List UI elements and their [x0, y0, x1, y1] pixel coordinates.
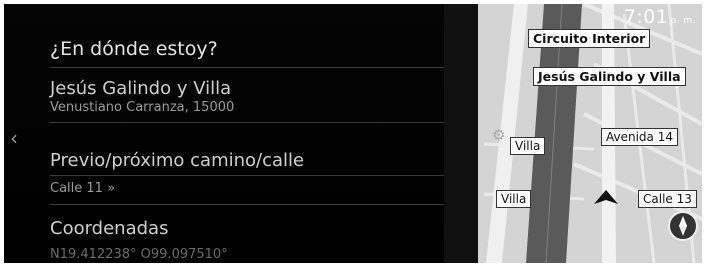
gear-icon[interactable]: ⚙ [492, 126, 505, 144]
coordinates-heading: Coordenadas [50, 218, 169, 239]
compass-icon[interactable] [668, 211, 698, 241]
next-street-link[interactable]: Calle 11 » [50, 181, 460, 196]
current-street: Jesús Galindo y Villa [50, 78, 232, 99]
map-label-avenida-14: Avenida 14 [601, 128, 678, 146]
map-label-circuito-interior: Circuito Interior [528, 29, 651, 48]
coordinates-value: N19.412238° O99.097510° [50, 247, 228, 262]
map-view[interactable]: 7:01 p. m. Circuito Interior Jesús Galind… [444, 4, 702, 263]
divider [50, 67, 460, 68]
chevron-left-icon[interactable]: ‹ [10, 128, 18, 148]
where-am-i-panel: ‹ ¿En dónde estoy? Jesús Galindo y Villa… [4, 4, 484, 263]
position-arrow-icon [594, 190, 618, 204]
divider [50, 175, 460, 176]
current-locality: Venustiano Carranza, 15000 [50, 100, 235, 115]
divider [50, 122, 460, 123]
clock: 7:01 p. m. [624, 6, 696, 28]
map-label-calle-13: Calle 13 [638, 190, 697, 208]
page-title: ¿En dónde estoy? [50, 38, 218, 60]
map-label-villa-lower: Villa [496, 190, 532, 208]
divider [50, 204, 460, 205]
map-label-villa: Villa [510, 137, 546, 155]
prev-next-street-heading: Previo/próximo camino/calle [50, 150, 305, 171]
clock-ampm: p. m. [670, 16, 696, 26]
clock-time: 7:01 [623, 6, 669, 28]
nav-screen: ‹ ¿En dónde estoy? Jesús Galindo y Villa… [4, 4, 702, 263]
map-label-jesus-galindo-y-villa: Jesús Galindo y Villa [533, 67, 686, 86]
